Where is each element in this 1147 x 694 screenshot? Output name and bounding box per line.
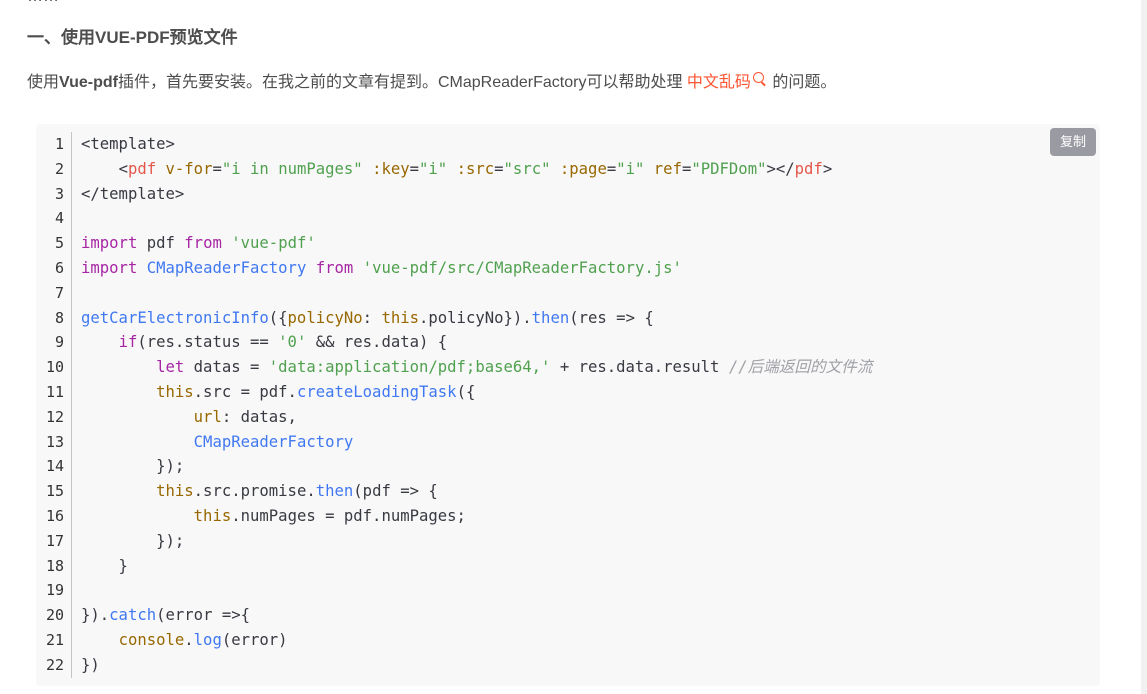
line-number: 11 [45,382,64,401]
para-mid: 插件，首先要安装。在我之前的文章有提到。CMapReaderFactory可以帮… [117,74,687,91]
line-number: 5 [54,234,64,253]
line-number: 12 [45,407,64,426]
intro-paragraph: 使用Vue-pdf插件，首先要安装。在我之前的文章有提到。CMapReaderF… [27,71,836,95]
para-bold: Vue-pdf [59,74,118,91]
line-number: 14 [45,457,64,476]
line-number: 8 [54,308,64,327]
line-number: 6 [54,258,64,277]
copy-button[interactable]: 复制 [1050,128,1096,156]
section-heading: 一、使用VUE-PDF预览文件 [27,28,238,47]
line-number: 7 [54,283,64,302]
code-line-13: CMapReaderFactory [193,432,354,451]
code-line-9: if(res.status == '0' && res.data) { [118,333,448,352]
line-number: 22 [45,655,64,674]
para-prefix: 使用 [27,74,60,91]
page-scrollbar[interactable] [1141,0,1147,694]
line-number: 15 [45,482,64,501]
search-icon [752,72,764,83]
line-number: 9 [54,333,64,352]
code-line-1: <template> [81,135,175,153]
line-number: 19 [45,581,64,600]
code-line-5: import pdf from 'vue-pdf' [81,234,316,253]
code-line-3: </template> [81,184,185,203]
line-number: 3 [54,184,64,203]
keyword-link[interactable]: 中文乱码 [687,72,768,91]
code-line-22: }) [81,655,100,674]
code-line-21: console.log(error) [118,630,288,649]
code-lines: <template> <pdf v-for="i in numPages" :k… [81,132,872,678]
line-number: 1 [54,135,64,153]
code-line-8: getCarElectronicInfo({policyNo: this.pol… [81,308,654,327]
code-line-11: this.src = pdf.createLoadingTask({ [156,382,476,401]
line-number: 16 [45,506,64,525]
line-number: 17 [45,531,64,550]
line-number: 2 [54,159,64,178]
code-block: 1 2 3 4 5 6 7 8 9 10 11 12 13 14 15 16 17 18 19 20 21 22 <tem… [36,124,1100,686]
line-number: 10 [45,358,64,377]
line-number-gutter: 1 2 3 4 5 6 7 8 9 10 11 12 13 14 15 16 17 18 19 20 21 22 [36,132,72,678]
code-line-16: this.numPages = pdf.numPages; [193,506,466,525]
previous-paragraph-cut: …… [27,0,1037,5]
para-suffix: 的问题。 [767,74,837,91]
code-line-6: import CMapReaderFactory from 'vue-pdf/s… [81,258,682,277]
line-number: 18 [45,556,64,575]
code-line-12: url: datas, [193,407,297,426]
code-line-10: let datas = 'data:application/pdf;base64… [156,358,873,377]
line-number: 21 [45,630,64,649]
code-line-20: }).catch(error =>{ [81,606,251,625]
code-line-18: } [81,556,128,575]
code-line-15: this.src.promise.then(pdf => { [156,482,438,501]
line-number: 20 [45,606,64,625]
code-line-14: }); [81,457,185,476]
code-line-2: <pdf v-for="i in numPages" :key="i" :src… [118,159,833,178]
code-line-17: }); [81,531,185,550]
line-number: 13 [45,432,64,451]
line-number: 4 [54,209,64,228]
